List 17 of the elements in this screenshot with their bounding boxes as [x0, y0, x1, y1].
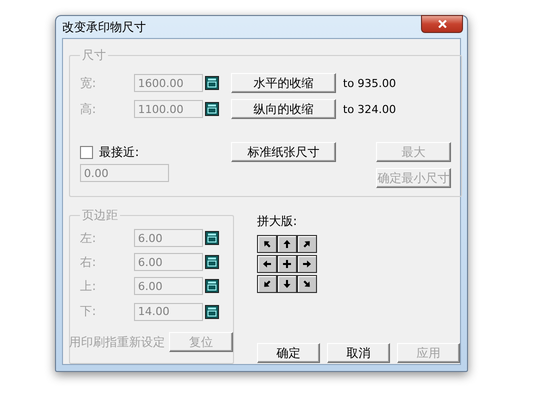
field-label: 高: — [80, 100, 98, 118]
paper-size-button[interactable]: 标准纸张尺寸 — [231, 142, 336, 162]
field-label: 上: — [80, 278, 98, 294]
result-text: to 324.00 — [343, 102, 396, 116]
field-label: 宽: — [80, 74, 98, 92]
group-title: 页边距 — [81, 207, 119, 224]
tiling-label: 拼大版: — [257, 213, 298, 230]
result-text: to 935.00 — [343, 76, 396, 90]
field-label: 下: — [80, 303, 98, 320]
reset-label: 用印刷指重新设定 — [69, 334, 165, 350]
field-label: 左: — [80, 230, 98, 246]
dialog-button[interactable]: 取消 — [327, 343, 390, 363]
dialog-button[interactable]: 确定 — [257, 343, 320, 363]
window-title: 改变承印物尺寸 — [62, 18, 146, 36]
group-title: 尺寸 — [81, 47, 107, 64]
field-label: 右: — [80, 254, 98, 270]
checkbox-label: 最接近: — [99, 144, 140, 160]
